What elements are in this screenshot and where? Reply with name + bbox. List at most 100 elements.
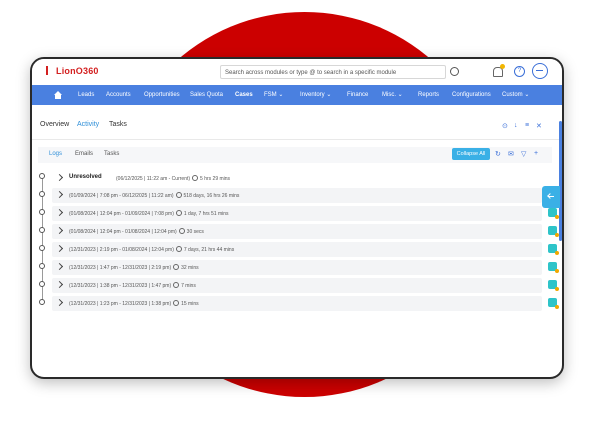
nav-item-custom[interactable]: Custom ⌄ bbox=[502, 85, 529, 105]
vertical-scrollbar[interactable] bbox=[559, 121, 562, 241]
row-duration: 30 secs bbox=[186, 229, 204, 235]
nav-item-configurations[interactable]: Configurations bbox=[452, 85, 491, 105]
nav-item-opportunities[interactable]: Opportunities bbox=[144, 85, 180, 105]
nav-item-misc[interactable]: Misc. ⌄ bbox=[382, 85, 403, 105]
timeline-node bbox=[39, 299, 45, 305]
global-search-input[interactable]: Search across modules or type @ to searc… bbox=[220, 65, 446, 79]
tab-overview[interactable]: Overview bbox=[40, 121, 69, 128]
chevron-right-icon[interactable] bbox=[55, 262, 64, 271]
tab-activity[interactable]: Activity bbox=[77, 121, 99, 128]
tabs-divider bbox=[32, 139, 562, 140]
mail-icon[interactable]: ✉ bbox=[508, 150, 514, 158]
add-icon[interactable]: + bbox=[534, 150, 538, 157]
refresh-icon[interactable]: ↻ bbox=[495, 150, 501, 158]
filter-icon[interactable]: ▽ bbox=[521, 150, 526, 158]
row-text: (12/31/2023 | 1:23 pm - 12/31/2023 | 1:3… bbox=[69, 300, 199, 307]
duration-clock-icon bbox=[178, 228, 185, 234]
app-window: LionO360 Search across modules or type @… bbox=[30, 57, 564, 379]
menu-icon[interactable]: ≡ bbox=[525, 122, 529, 129]
timeline-row[interactable]: (01/09/2024 | 7:08 pm - 06/12/2025 | 11:… bbox=[52, 188, 559, 203]
row-text: (12/31/2023 | 2:19 pm - 01/08/2024 | 12:… bbox=[69, 246, 234, 253]
row-action-icon[interactable] bbox=[548, 244, 559, 255]
chevron-right-icon[interactable] bbox=[55, 298, 64, 307]
row-range: (12/31/2023 | 2:19 pm - 01/08/2024 | 12:… bbox=[69, 247, 174, 253]
timeline-row-unresolved[interactable]: Unresolved (06/12/2025 | 11:22 am - Curr… bbox=[52, 171, 542, 185]
timeline-row[interactable]: (12/31/2023 | 1:23 pm - 12/31/2023 | 1:3… bbox=[52, 296, 559, 311]
download-icon[interactable]: ↓ bbox=[514, 122, 518, 129]
home-icon[interactable] bbox=[54, 91, 62, 99]
notification-badge bbox=[500, 64, 505, 69]
close-icon[interactable]: ✕ bbox=[536, 122, 542, 130]
row-range: (01/08/2024 | 12:04 pm - 01/08/2024 | 12… bbox=[69, 229, 177, 235]
subtab-emails[interactable]: Emails bbox=[75, 151, 93, 157]
chevron-right-icon[interactable] bbox=[55, 208, 64, 217]
timeline-node bbox=[39, 281, 45, 287]
row-duration: 7 mins bbox=[181, 283, 196, 289]
timeline-row[interactable]: (12/31/2023 | 1:47 pm - 12/31/2023 | 2:1… bbox=[52, 260, 559, 275]
row-text: (01/08/2024 | 12:04 pm - 01/09/2024 | 7:… bbox=[69, 210, 229, 217]
timeline-node bbox=[39, 173, 45, 179]
row-action-icon[interactable] bbox=[548, 280, 559, 291]
row-duration: 32 mins bbox=[181, 265, 199, 271]
timeline-row[interactable]: (12/31/2023 | 1:38 pm - 12/31/2023 | 1:4… bbox=[52, 278, 559, 293]
row-range: (12/31/2023 | 1:23 pm - 12/31/2023 | 1:3… bbox=[69, 301, 172, 307]
nav-item-inventory[interactable]: Inventory ⌄ bbox=[300, 85, 331, 105]
logo-mark-icon bbox=[46, 66, 54, 75]
duration-clock-icon bbox=[175, 192, 182, 198]
unresolved-range: (06/12/2025 | 11:22 am - Current) bbox=[116, 176, 191, 182]
app-logo[interactable]: LionO360 bbox=[46, 66, 99, 76]
chevron-right-icon[interactable] bbox=[55, 226, 64, 235]
duration-clock-icon bbox=[173, 300, 180, 306]
row-range: (01/09/2024 | 7:08 pm - 06/12/2025 | 11:… bbox=[69, 193, 174, 199]
row-action-icon[interactable] bbox=[548, 226, 559, 237]
logo-text: LionO360 bbox=[56, 66, 99, 76]
timeline-node bbox=[39, 227, 45, 233]
record-tabs: Overview Activity Tasks bbox=[32, 121, 562, 135]
row-text: (01/08/2024 | 12:04 pm - 01/08/2024 | 12… bbox=[69, 228, 204, 235]
chevron-right-icon[interactable] bbox=[55, 280, 64, 289]
duration-clock-icon bbox=[173, 264, 180, 270]
main-nav: Leads Accounts Opportunities Sales Quota… bbox=[32, 85, 562, 105]
row-action-icon[interactable] bbox=[548, 208, 559, 219]
duration-clock-icon bbox=[175, 246, 182, 252]
user-avatar[interactable] bbox=[532, 63, 548, 79]
subtab-logs[interactable]: Logs bbox=[49, 151, 62, 157]
unresolved-label: Unresolved bbox=[69, 174, 102, 180]
timeline-node bbox=[39, 263, 45, 269]
timeline-row[interactable]: (01/08/2024 | 12:04 pm - 01/08/2024 | 12… bbox=[52, 224, 559, 239]
nav-item-finance[interactable]: Finance bbox=[347, 85, 368, 105]
nav-item-reports[interactable]: Reports bbox=[418, 85, 439, 105]
row-duration: 518 days, 16 hrs 26 mins bbox=[183, 193, 240, 199]
clock-icon[interactable]: ⊙ bbox=[502, 122, 508, 130]
timeline-row[interactable]: (12/31/2023 | 2:19 pm - 01/08/2024 | 12:… bbox=[52, 242, 559, 257]
expand-side-panel-button[interactable] bbox=[542, 186, 560, 208]
chevron-right-icon[interactable] bbox=[55, 173, 64, 182]
unresolved-meta: (06/12/2025 | 11:22 am - Current) 5 hrs 2… bbox=[116, 175, 230, 182]
row-duration: 7 days, 21 hrs 44 mins bbox=[183, 247, 235, 253]
subtab-tasks[interactable]: Tasks bbox=[104, 151, 119, 157]
row-duration: 15 mins bbox=[181, 301, 199, 307]
nav-item-accounts[interactable]: Accounts bbox=[106, 85, 131, 105]
row-text: (01/09/2024 | 7:08 pm - 06/12/2025 | 11:… bbox=[69, 192, 239, 199]
chevron-right-icon[interactable] bbox=[55, 190, 64, 199]
row-action-icon[interactable] bbox=[548, 298, 559, 309]
nav-item-sales-quota[interactable]: Sales Quota bbox=[190, 85, 223, 105]
nav-item-fsm[interactable]: FSM ⌄ bbox=[264, 85, 283, 105]
unresolved-duration: 5 hrs 29 mins bbox=[200, 176, 231, 182]
duration-clock-icon bbox=[175, 210, 182, 216]
row-text: (12/31/2023 | 1:38 pm - 12/31/2023 | 1:4… bbox=[69, 282, 196, 289]
row-range: (01/08/2024 | 12:04 pm - 01/09/2024 | 7:… bbox=[69, 211, 174, 217]
row-text: (12/31/2023 | 1:47 pm - 12/31/2023 | 2:1… bbox=[69, 264, 199, 271]
row-range: (12/31/2023 | 1:47 pm - 12/31/2023 | 2:1… bbox=[69, 265, 172, 271]
timeline-row[interactable]: (01/08/2024 | 12:04 pm - 01/09/2024 | 7:… bbox=[52, 206, 559, 221]
row-action-icon[interactable] bbox=[548, 262, 559, 273]
timeline-node bbox=[39, 209, 45, 215]
info-icon[interactable] bbox=[450, 67, 459, 76]
help-icon[interactable]: ? bbox=[514, 66, 525, 77]
collapse-all-button[interactable]: Collapse All bbox=[452, 148, 490, 160]
chevron-right-icon[interactable] bbox=[55, 244, 64, 253]
nav-item-leads[interactable]: Leads bbox=[78, 85, 94, 105]
duration-clock-icon bbox=[173, 282, 180, 288]
nav-item-cases[interactable]: Cases bbox=[235, 85, 253, 105]
tab-tasks[interactable]: Tasks bbox=[109, 121, 127, 128]
